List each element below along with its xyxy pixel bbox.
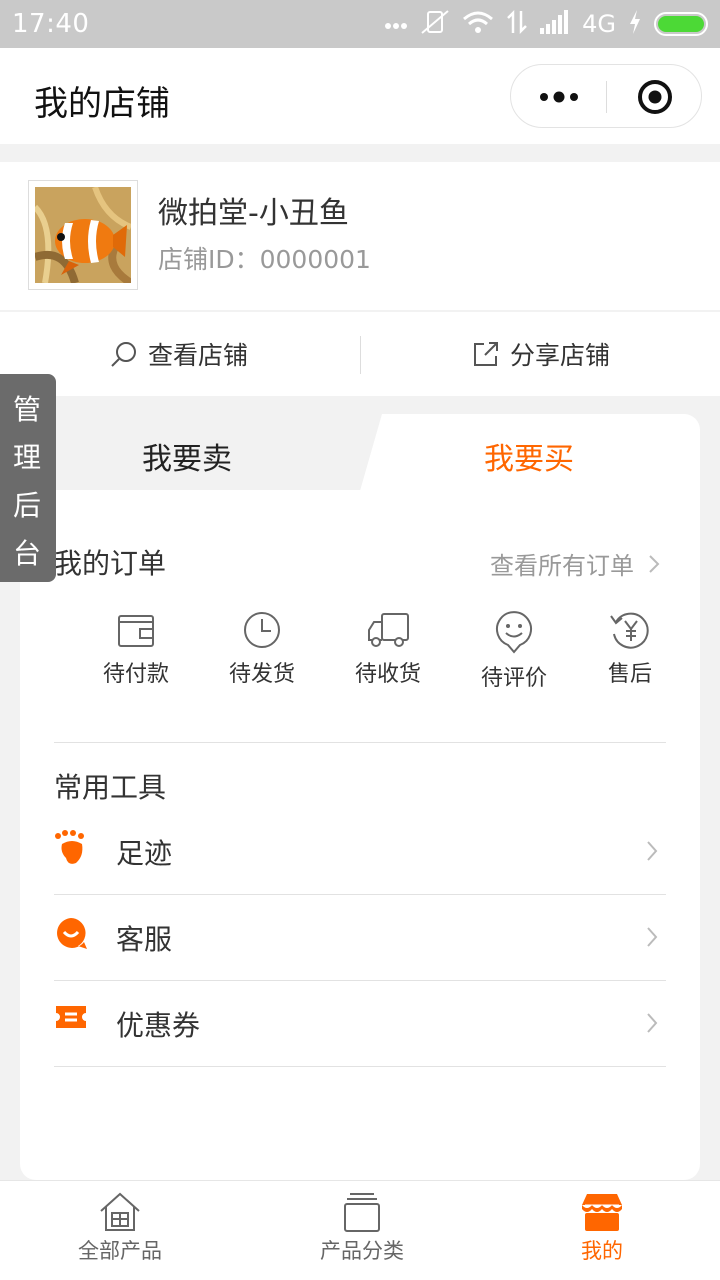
admin-panel-tab[interactable]: 管 理 后 台 <box>0 374 56 582</box>
order-pending-shipment[interactable]: 待发货 <box>212 610 312 688</box>
share-shop-button[interactable]: 分享店铺 <box>472 312 610 396</box>
status-bar: 17:40 4G <box>0 0 720 48</box>
tool-item-coupon[interactable]: 优惠券 <box>54 982 666 1068</box>
tool-divider <box>54 894 666 895</box>
tab-sell-label: 我要卖 <box>142 442 232 477</box>
tool-divider <box>54 980 666 981</box>
footprint-icon <box>55 830 84 864</box>
sell-buy-tabs: 我要卖 我要买 <box>20 414 700 490</box>
smile-icon <box>496 611 532 654</box>
view-shop-button[interactable]: 查看店铺 <box>110 312 248 396</box>
tab-sell[interactable]: 我要卖 <box>20 414 382 490</box>
wifi-icon <box>462 9 494 39</box>
search-icon <box>111 342 136 367</box>
navigation-bar: 我的店铺 <box>0 48 720 144</box>
status-time: 17:40 <box>12 9 90 39</box>
view-shop-label: 查看店铺 <box>148 341 249 370</box>
data-arrows-icon <box>506 9 528 39</box>
more-dots-icon <box>540 91 578 103</box>
tab-mine[interactable]: 我的 <box>482 1181 720 1280</box>
battery-icon <box>654 12 708 36</box>
orders-title: 我的订单 <box>54 547 167 580</box>
view-all-orders-link[interactable]: 查看所有订单 <box>490 546 660 581</box>
order-pending-receipt[interactable]: 待收货 <box>338 610 438 688</box>
charging-icon <box>628 10 642 38</box>
page-title: 我的店铺 <box>34 84 170 124</box>
shop-info-card: 微拍堂-小丑鱼 店铺ID：0000001 <box>0 162 720 310</box>
network-type: 4G <box>582 10 616 38</box>
chevron-right-icon <box>647 1013 658 1033</box>
battery-level <box>658 16 704 32</box>
order-pending-review[interactable]: 待评价 <box>464 610 564 692</box>
chevron-right-icon <box>649 554 660 573</box>
shop-avatar[interactable] <box>28 180 138 290</box>
shop-actions-bar: 查看店铺 分享店铺 <box>0 312 720 396</box>
admin-tab-char: 台 <box>12 537 41 570</box>
tab-product-categories-label: 产品分类 <box>320 1239 404 1263</box>
share-shop-label: 分享店铺 <box>510 341 611 370</box>
tool-coupon-label: 优惠券 <box>116 1009 201 1042</box>
main-card: 我要卖 我要买 我的订单 查看所有订单 待付款 待发货 待收货 待评价 售后 常… <box>20 414 700 1180</box>
order-status-row: 待付款 待发货 待收货 待评价 售后 <box>54 610 666 702</box>
tool-item-customer-service[interactable]: 客服 <box>54 896 666 982</box>
tab-mine-label: 我的 <box>581 1239 623 1263</box>
admin-tab-char: 后 <box>12 489 41 522</box>
order-after-sales-label: 售后 <box>607 662 652 687</box>
capsule-close-button[interactable] <box>607 65 703 127</box>
category-icon <box>344 1193 380 1232</box>
truck-icon <box>368 613 409 647</box>
tab-all-products-label: 全部产品 <box>78 1239 162 1263</box>
chevron-right-icon <box>647 927 658 947</box>
bottom-tab-bar: 全部产品 产品分类 我的 <box>0 1180 720 1280</box>
coupon-icon <box>56 1006 86 1028</box>
order-pending-payment[interactable]: 待付款 <box>86 610 186 688</box>
more-dots-icon <box>384 15 408 34</box>
actions-divider <box>360 336 361 374</box>
tool-customer-service-label: 客服 <box>116 923 173 956</box>
order-pending-shipment-label: 待发货 <box>228 662 295 687</box>
order-pending-review-label: 待评价 <box>480 666 547 691</box>
shop-icon <box>582 1194 622 1231</box>
target-close-icon <box>638 80 672 114</box>
chevron-right-icon <box>647 841 658 861</box>
clock-icon <box>244 612 280 648</box>
tab-buy-label: 我要买 <box>484 442 574 477</box>
view-all-orders-label: 查看所有订单 <box>490 552 634 580</box>
tab-product-categories[interactable]: 产品分类 <box>242 1181 482 1280</box>
home-products-icon <box>100 1192 140 1231</box>
tab-all-products[interactable]: 全部产品 <box>0 1181 240 1280</box>
tab-buy[interactable]: 我要买 <box>360 414 700 490</box>
order-pending-receipt-label: 待收货 <box>354 662 421 687</box>
admin-tab-char: 理 <box>12 441 41 474</box>
wallet-icon <box>118 615 154 647</box>
clownfish-image <box>35 187 131 283</box>
customer-service-icon <box>57 918 87 949</box>
vibrate-off-icon <box>420 9 450 39</box>
tool-item-footprint[interactable]: 足迹 <box>54 810 666 896</box>
order-pending-payment-label: 待付款 <box>102 662 169 687</box>
mini-program-capsule <box>510 64 702 128</box>
signal-icon <box>540 10 570 38</box>
shop-name: 微拍堂-小丑鱼 <box>158 196 349 231</box>
status-icons: 4G <box>384 8 708 40</box>
tool-footprint-label: 足迹 <box>116 837 173 870</box>
order-after-sales[interactable]: 售后 <box>580 610 680 688</box>
admin-tab-char: 管 <box>12 393 41 426</box>
section-divider <box>54 742 666 743</box>
tools-title: 常用工具 <box>54 771 167 804</box>
capsule-more-button[interactable] <box>511 65 607 127</box>
share-icon <box>474 342 498 366</box>
shop-id: 店铺ID：0000001 <box>158 245 371 274</box>
refund-icon <box>610 612 649 649</box>
tool-divider <box>54 1066 666 1067</box>
